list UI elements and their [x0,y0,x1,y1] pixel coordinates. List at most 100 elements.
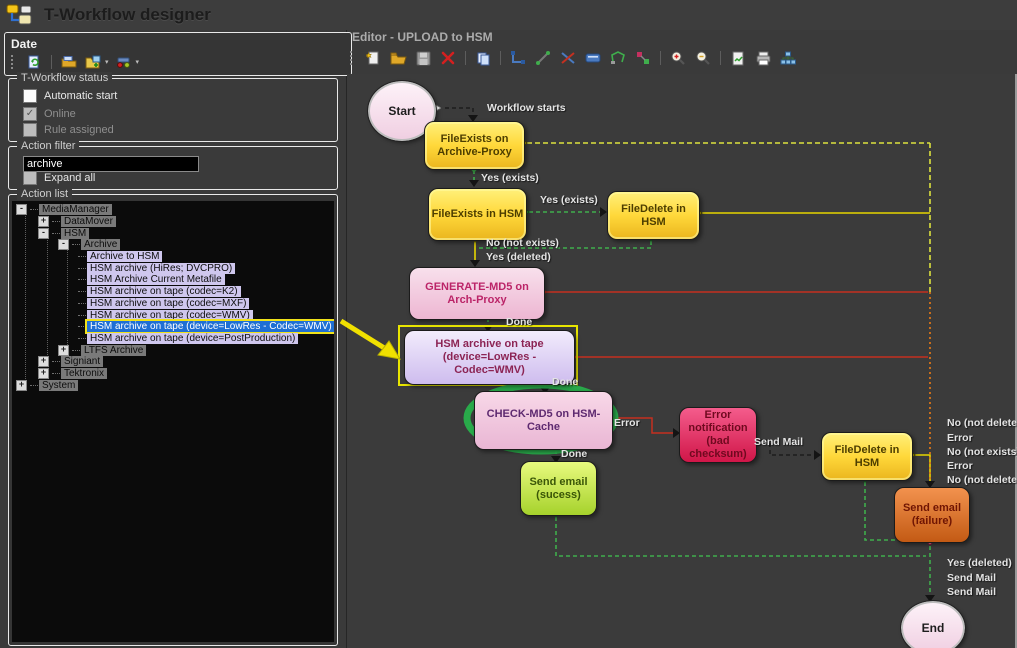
tree-item-label[interactable]: LTFS Archive [81,345,146,356]
node-send-email-failure[interactable]: Send email (failure) [894,487,970,543]
tree-item-hsm[interactable]: - HSM [12,227,334,239]
tree-item-label[interactable]: Archive [81,239,120,250]
comment-icon[interactable] [583,49,603,67]
tree-item-hsm-archive-hires[interactable]: HSM archive (HiRes; DVCPRO) [12,262,334,274]
expand-icon[interactable]: + [38,356,49,367]
tree-item-tape-wmv[interactable]: HSM archive on tape (codec=WMV) [12,309,334,321]
checkbox-box[interactable] [23,89,37,103]
toolbar-grip[interactable] [11,55,17,69]
tree-item-label[interactable]: HSM archive on tape (device=LowRes - Cod… [87,321,334,332]
tree-item-ltfs-archive[interactable]: + LTFS Archive [12,344,334,356]
tree-item-mediamanager[interactable]: - MediaManager [12,204,334,216]
checkbox-automatic-start[interactable]: Automatic start [23,89,117,103]
edge-label: Yes (deleted) [486,251,551,263]
save-icon[interactable] [413,49,433,67]
edge-label: No (not deleted) [947,474,1017,486]
tree-item-label[interactable]: HSM [61,228,89,239]
edge-label: Done [506,316,532,328]
dropdown-arrow-icon[interactable]: ▾ [105,58,109,66]
node-end[interactable]: End [901,601,965,648]
tree-item-hsm-archive-metafile[interactable]: HSM Archive Current Metafile [12,274,334,286]
expand-icon[interactable]: + [38,216,49,227]
node-check-md5[interactable]: CHECK-MD5 on HSM-Cache [474,391,613,450]
new-workflow-icon[interactable] [363,49,383,67]
status-dots-icon[interactable] [115,54,133,70]
open-icon[interactable] [388,49,408,67]
copy-icon[interactable] [473,49,493,67]
tree-item-datamover[interactable]: + DataMover [12,216,334,228]
node-fileexists-hsm[interactable]: FileExists in HSM [428,188,527,241]
tree-item-label[interactable]: HSM archive on tape (codec=WMV) [87,310,253,321]
checkbox-box[interactable]: ✓ [23,107,37,121]
expand-icon[interactable]: + [38,368,49,379]
node-tool-icon[interactable] [633,49,653,67]
action-filter-input[interactable] [23,156,199,172]
tree-item-label[interactable]: HSM Archive Current Metafile [87,274,225,285]
node-fileexists-archive-proxy[interactable]: FileExists on Archive-Proxy [424,121,525,170]
edge-label: Error [947,460,973,472]
tree-item-system[interactable]: + System [12,379,334,391]
sitemap-icon[interactable] [778,49,798,67]
tree-item-label[interactable]: Signiant [61,356,103,367]
connector-icon[interactable] [508,49,528,67]
expand-icon[interactable]: + [16,380,27,391]
node-filedelete-hsm-2[interactable]: FileDelete in HSM [821,432,913,481]
tree-item-label[interactable]: DataMover [61,216,116,227]
action-list-title: Action list [17,188,72,200]
toolbar-separator [720,51,721,65]
tree-item-tape-k2[interactable]: HSM archive on tape (codec=K2) [12,286,334,298]
tree-item-signiant[interactable]: + Signiant [12,356,334,368]
toolbar-separator [51,55,52,69]
tree-item-label[interactable]: HSM archive on tape (device=PostProducti… [87,333,298,344]
action-list-group: Action list -MediaManager +DataMover -HS… [8,194,338,646]
tree-item-tektronix[interactable]: + Tektronix [12,368,334,380]
node-send-email-success[interactable]: Send email (sucess) [520,461,597,516]
print-icon[interactable] [753,49,773,67]
report-icon[interactable] [728,49,748,67]
refresh-document-icon[interactable] [25,54,43,70]
tree-item-label[interactable]: HSM archive on tape (codec=K2) [87,286,241,297]
checkbox-online[interactable]: ✓ Online [23,107,76,121]
action-filter-title: Action filter [17,140,79,152]
title-bar: T-Workflow designer [0,0,1017,30]
edge-label: Error [947,432,973,444]
expand-icon[interactable]: + [58,345,69,356]
tree-item-tape-postproduction[interactable]: HSM archive on tape (device=PostProducti… [12,333,334,345]
checkbox-box[interactable] [23,123,37,137]
tree-item-label[interactable]: MediaManager [39,204,112,215]
checkbox-box[interactable] [23,171,37,185]
collapse-icon[interactable]: - [38,228,49,239]
zoom-in-icon[interactable] [668,49,688,67]
tree-item-label[interactable]: System [39,380,78,391]
tree-item-archive-to-hsm[interactable]: Archive to HSM [12,251,334,263]
checkbox-rule-assigned[interactable]: Rule assigned [23,123,114,137]
node-hsm-archive-tape[interactable]: HSM archive on tape (device=LowRes - Cod… [404,330,575,385]
new-from-template-icon[interactable] [84,54,102,70]
tree-item-archive[interactable]: - Archive [12,239,334,251]
workflow-status-title: T-Workflow status [17,72,112,84]
edge-label: Yes (exists) [481,172,539,184]
collapse-icon[interactable]: - [16,204,27,215]
tree-item-label[interactable]: Tektronix [61,368,107,379]
editor-toolbar [350,46,798,70]
tree-item-tape-lowres-wmv-selected[interactable]: HSM archive on tape (device=LowRes - Cod… [12,321,334,333]
tree-item-label[interactable]: HSM archive (HiRes; DVCPRO) [87,263,235,274]
tree-item-tape-mxf[interactable]: HSM archive on tape (codec=MXF) [12,298,334,310]
polygon-icon[interactable] [608,49,628,67]
zoom-out-icon[interactable] [693,49,713,67]
node-error-notification[interactable]: Error notification (bad checksum) [679,407,757,463]
cross-connector-icon[interactable] [558,49,578,67]
line-icon[interactable] [533,49,553,67]
action-tree: -MediaManager +DataMover -HSM -Archive A… [12,201,334,642]
node-generate-md5[interactable]: GENERATE-MD5 on Arch-Proxy [409,267,545,320]
node-filedelete-hsm[interactable]: FileDelete in HSM [607,191,700,240]
delete-icon[interactable] [438,49,458,67]
toolbar-grip[interactable] [350,51,356,65]
tree-item-label[interactable]: HSM archive on tape (codec=MXF) [87,298,249,309]
edge-label: Done [552,376,578,388]
checkbox-expand-all[interactable]: Expand all [23,171,95,185]
collapse-icon[interactable]: - [58,239,69,250]
open-workflow-icon[interactable] [60,54,78,70]
tree-item-label[interactable]: Archive to HSM [87,251,162,262]
dropdown-arrow-icon[interactable]: ▾ [136,58,140,66]
